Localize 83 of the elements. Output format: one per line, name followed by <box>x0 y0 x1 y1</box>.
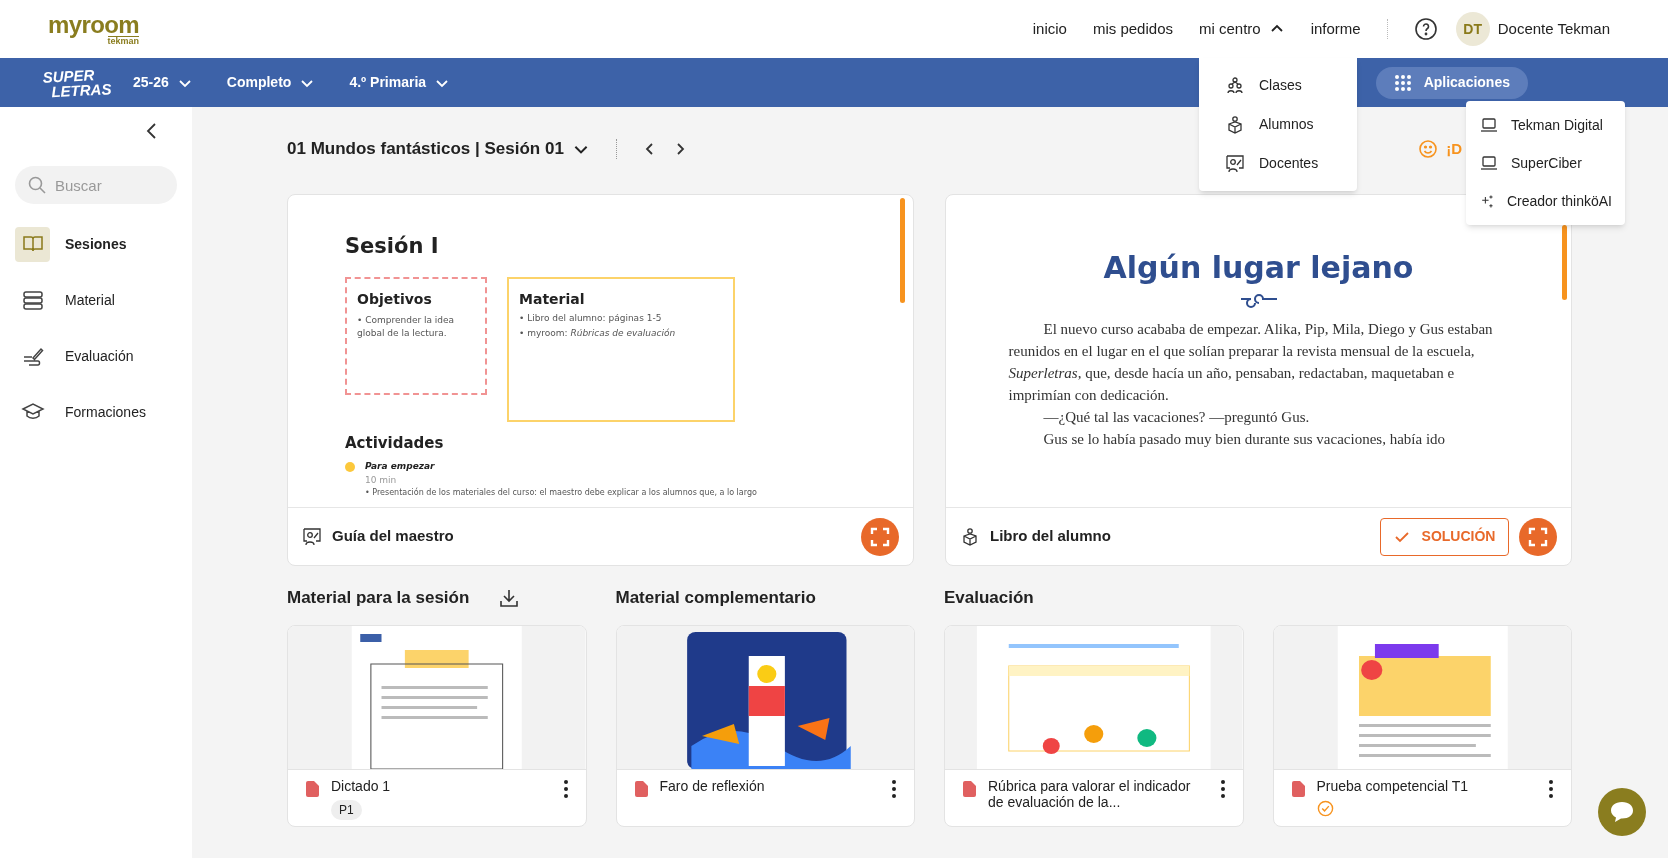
student-icon <box>960 526 980 547</box>
menu-item[interactable]: Clases <box>1199 66 1357 105</box>
nav-link[interactable]: inicio <box>1032 17 1067 41</box>
sidebar-item[interactable]: Material <box>15 282 177 318</box>
teacher-icon <box>1225 153 1245 174</box>
chat-icon <box>1610 801 1634 823</box>
nav-link[interactable]: informe <box>1310 17 1361 41</box>
menu-item[interactable]: SuperCiber <box>1466 144 1625 182</box>
menu-item[interactable]: Alumnos <box>1199 105 1357 144</box>
section-heading: Material complementario <box>615 587 816 610</box>
help-icon[interactable] <box>1413 17 1438 41</box>
books-icon <box>20 288 45 312</box>
nav-link[interactable]: mis pedidos <box>1092 17 1173 41</box>
ornament-icon <box>1238 294 1279 308</box>
menu-item[interactable]: Tekman Digital <box>1466 106 1625 144</box>
material-heading: Material <box>519 289 586 309</box>
activity-time: 10 min <box>365 473 398 487</box>
resource-card[interactable]: Faro de reflexión <box>615 625 915 827</box>
grid-icon <box>1393 73 1412 92</box>
search-icon <box>27 175 47 195</box>
smiley-icon <box>1418 139 1439 159</box>
student-icon <box>1225 114 1245 135</box>
resource-card[interactable]: Dictado 1 P1 <box>287 625 587 827</box>
fullscreen-button[interactable] <box>1519 517 1557 556</box>
chat-button[interactable] <box>1598 788 1646 836</box>
resource-card[interactable]: Rúbrica para valorar el indicador de evaluación de la... <box>944 625 1244 827</box>
more-icon[interactable] <box>1220 780 1225 798</box>
people-icon <box>1225 75 1245 96</box>
resource-title: Rúbrica para valorar el indicador de evaluación de la... <box>988 778 1192 810</box>
nav-menu-button[interactable]: mi centro <box>1199 17 1285 41</box>
filter-dropdown[interactable]: 25-26 <box>133 72 193 93</box>
section-heading: Material para la sesión <box>287 587 470 610</box>
preview-title: Sesión I <box>345 233 440 260</box>
material-text: • myroom: Rúbricas de evaluación <box>519 327 677 340</box>
more-icon[interactable] <box>892 780 896 798</box>
book-paragraph: El nuevo curso acababa de empezar. Alika, Pip, Mila, Diego y Gus estaban reunidos en el lugar en el que solían preparar la revista mensual de la escuela, Superletras, que, desde hacía un año, pensaban, redactaban, maquetaban e imprimían con dedicación. <box>1008 320 1494 405</box>
section-heading: Evaluación <box>944 587 1034 610</box>
sidebar-item[interactable]: Sesiones <box>15 226 177 262</box>
menu-item[interactable]: Creador thinköAI <box>1466 182 1625 220</box>
resource-title: Prueba competencial T1 <box>1316 778 1468 794</box>
resource-card[interactable]: Prueba competencial T1 <box>1272 625 1572 827</box>
menu-item[interactable]: Docentes <box>1199 144 1357 183</box>
search-field[interactable]: Buscar <box>15 166 177 204</box>
laptop-icon <box>1479 153 1499 173</box>
card-title: Libro del alumno <box>990 526 1111 547</box>
document-icon <box>634 781 648 797</box>
resource-title: Dictado 1 <box>331 778 391 794</box>
sidebar-item[interactable]: Evaluación <box>15 338 177 374</box>
user-name: Docente Tekman <box>1497 18 1610 39</box>
brand-logo: SUPER LETRAS <box>42 65 112 100</box>
objective-text: • Comprender la idea global de la lectura. <box>357 313 456 340</box>
sidebar-item[interactable]: Formaciones <box>15 394 177 430</box>
document-icon <box>963 781 976 797</box>
user-avatar[interactable]: DT <box>1455 12 1490 46</box>
more-icon[interactable] <box>563 780 568 798</box>
laptop-icon <box>1479 115 1499 135</box>
filter-dropdown[interactable]: Completo <box>226 72 316 93</box>
document-icon <box>1291 781 1305 797</box>
logo-subtitle: tekman <box>107 35 140 46</box>
scroll-thumb[interactable] <box>1562 225 1567 300</box>
teacher-icon <box>302 526 322 547</box>
apps-button[interactable]: Aplicaciones <box>1375 66 1528 99</box>
book-paragraph: Gus se lo había pasado muy bien durante sus vacaciones, había ido <box>1042 430 1447 449</box>
resource-tag: P1 <box>331 800 362 820</box>
session-dropdown[interactable]: 01 Mundos fantásticos | Sesión 01 <box>287 136 590 162</box>
objectives-heading: Objetivos <box>357 289 433 309</box>
scroll-thumb[interactable] <box>900 198 905 303</box>
expand-icon <box>870 526 890 547</box>
preview-title: Algún lugar lejano <box>1103 249 1414 287</box>
download-icon[interactable] <box>499 588 520 608</box>
document-icon <box>306 781 319 797</box>
card-title: Guía del maestro <box>332 526 454 547</box>
expand-icon <box>1528 526 1548 547</box>
activity-text: • Presentación de los materiales del curso: el maestro debe explicar a los alumnos que, a lo largo <box>365 487 757 499</box>
activities-heading: Actividades <box>345 432 445 454</box>
fullscreen-button[interactable] <box>861 517 899 556</box>
book-paragraph: —¿Qué tal las vacaciones? —preguntó Gus. <box>1042 408 1311 427</box>
more-icon[interactable] <box>1549 780 1553 798</box>
resource-title: Faro de reflexión <box>659 778 765 794</box>
filter-dropdown[interactable]: 4.º Primaria <box>349 72 451 93</box>
logo-wordmark: myroom <box>48 12 140 37</box>
activity-name: Para empezar <box>365 460 436 473</box>
material-text: • Libro del alumno: páginas 1-5 <box>519 311 663 325</box>
